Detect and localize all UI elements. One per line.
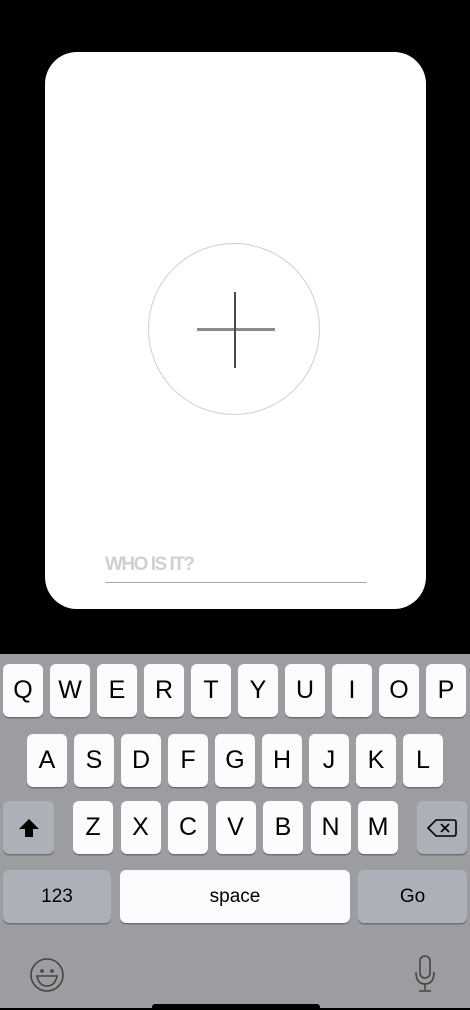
microphone-icon[interactable]: [413, 954, 437, 999]
key-z[interactable]: Z: [73, 801, 113, 854]
shift-key[interactable]: [3, 801, 54, 854]
key-w[interactable]: W: [50, 664, 90, 717]
key-q[interactable]: Q: [3, 664, 43, 717]
key-j[interactable]: J: [309, 734, 349, 787]
add-person-card: [45, 52, 426, 609]
key-n[interactable]: N: [310, 801, 351, 854]
key-o[interactable]: O: [379, 664, 419, 717]
add-photo-button[interactable]: [148, 243, 320, 415]
key-k[interactable]: K: [356, 734, 396, 787]
plus-icon: [197, 328, 275, 331]
keyboard: QWERTYUIOP ASDFGHJKL ZXCVBNM 123 space Go: [0, 654, 470, 1008]
home-indicator[interactable]: [152, 1004, 320, 1010]
key-d[interactable]: D: [121, 734, 161, 787]
emoji-icon[interactable]: [29, 957, 65, 998]
key-e[interactable]: E: [97, 664, 137, 717]
key-x[interactable]: X: [120, 801, 161, 854]
go-key[interactable]: Go: [358, 870, 467, 923]
key-g[interactable]: G: [215, 734, 255, 787]
plus-icon-vertical: [234, 292, 236, 368]
key-i[interactable]: I: [332, 664, 372, 717]
key-p[interactable]: P: [426, 664, 466, 717]
key-b[interactable]: B: [263, 801, 303, 854]
key-u[interactable]: U: [285, 664, 325, 717]
numbers-key[interactable]: 123: [3, 870, 111, 923]
backspace-icon: [427, 818, 457, 837]
key-v[interactable]: V: [215, 801, 256, 854]
name-input[interactable]: [105, 548, 367, 583]
key-y[interactable]: Y: [238, 664, 278, 717]
key-a[interactable]: A: [27, 734, 67, 787]
key-c[interactable]: C: [168, 801, 208, 854]
key-h[interactable]: H: [262, 734, 302, 787]
backspace-key[interactable]: [417, 801, 467, 854]
space-key[interactable]: space: [120, 870, 350, 923]
shift-arrow-icon: [18, 818, 39, 837]
key-t[interactable]: T: [191, 664, 231, 717]
key-r[interactable]: R: [144, 664, 184, 717]
key-l[interactable]: L: [403, 734, 443, 787]
key-m[interactable]: M: [358, 801, 398, 854]
key-s[interactable]: S: [74, 734, 114, 787]
key-f[interactable]: F: [168, 734, 208, 787]
